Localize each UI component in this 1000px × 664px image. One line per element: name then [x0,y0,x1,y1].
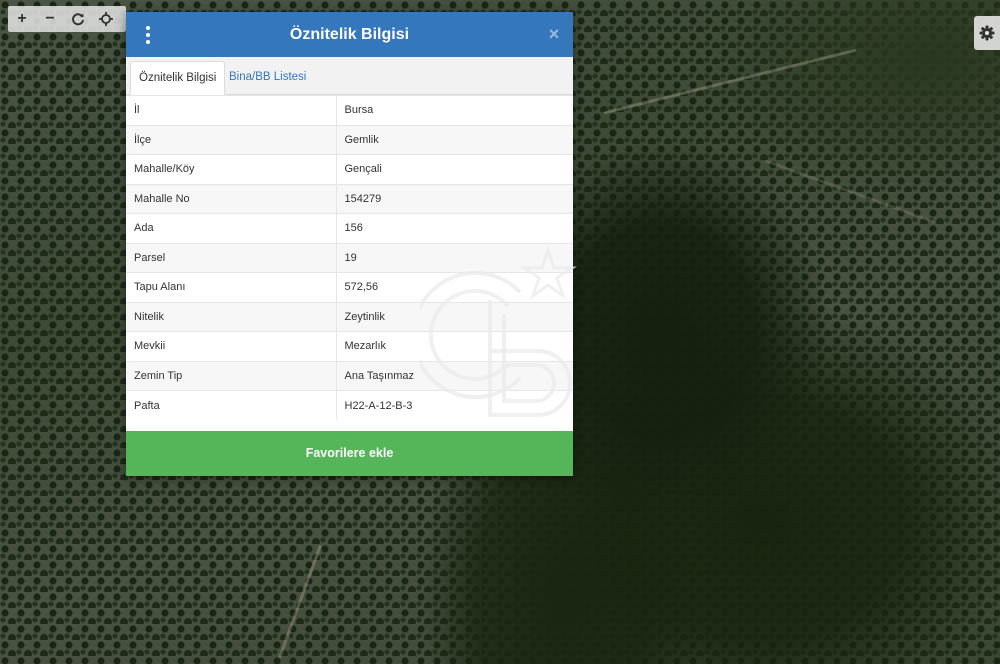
refresh-button[interactable] [64,6,92,32]
dialog-title: Öznitelik Bilgisi [289,26,410,43]
attribute-key: İl [126,95,337,125]
attribute-value: Ana Taşınmaz [336,360,573,391]
table-row: Mevkii Mezarlık [126,331,573,361]
table-row: Mahalle No 154279 [126,183,573,214]
map-road [603,48,857,115]
tab-attribute-info[interactable]: Öznitelik Bilgisi [130,61,226,95]
table-row: Mahalle/Köy Gençali [126,154,573,184]
attribute-value: Gençali [336,154,573,184]
attribute-key: Mahalle No [126,183,337,214]
attribute-key: Zemin Tip [126,360,337,391]
attribute-value: 156 [336,213,573,243]
attribute-key: Pafta [126,390,337,420]
attribute-value: 572,56 [336,272,573,302]
attribute-key: Tapu Alanı [126,272,337,302]
attribute-value: Gemlik [336,124,573,155]
attribute-value: 19 [336,242,573,273]
tab-building-list[interactable]: Bina/BB Listesi [221,61,314,95]
attribute-key: İlçe [126,124,337,155]
attribute-value: H22-A-12-B-3 [336,390,573,420]
attribute-key: Parsel [126,242,337,273]
gear-icon [979,25,995,41]
map-road [278,544,322,659]
attribute-key: Mahalle/Köy [126,154,337,184]
dialog-tabs: Öznitelik Bilgisi Bina/BB Listesi [126,57,573,95]
table-row: Zemin Tip Ana Taşınmaz [126,360,573,391]
attribute-value: Mezarlık [336,331,573,361]
locate-button[interactable] [92,6,120,32]
dialog-header: Öznitelik Bilgisi × [126,12,573,57]
table-row: İlçe Gemlik [126,124,573,155]
map-road [764,159,936,224]
table-row: Parsel 19 [126,242,573,273]
attribute-key: Nitelik [126,301,337,332]
attribute-key: Mevkii [126,331,337,361]
zoom-out-button[interactable]: − [36,6,64,32]
table-row: İl Bursa [126,95,573,125]
add-to-favorites-button[interactable]: Favorilere ekle [126,431,573,476]
attribute-table: İl Bursa İlçe Gemlik Mahalle/Köy Gençali Ma… [126,95,573,420]
crosshair-icon [99,12,113,26]
map-toolbar: + − [8,6,126,32]
table-row: Tapu Alanı 572,56 [126,272,573,302]
table-row: Ada 156 [126,213,573,243]
zoom-in-button[interactable]: + [8,6,36,32]
attribute-value: Zeytinlik [336,301,573,332]
refresh-icon [72,13,84,26]
settings-button[interactable] [974,16,1000,50]
table-row: Nitelik Zeytinlik [126,301,573,332]
attribute-dialog: Öznitelik Bilgisi × Öznitelik Bilgisi Bi… [126,12,573,476]
close-button[interactable]: × [545,24,563,44]
table-row: Pafta H22-A-12-B-3 [126,390,573,420]
attribute-value: 154279 [336,183,573,214]
attribute-key: Ada [126,213,337,243]
attribute-value: Bursa [336,95,573,125]
